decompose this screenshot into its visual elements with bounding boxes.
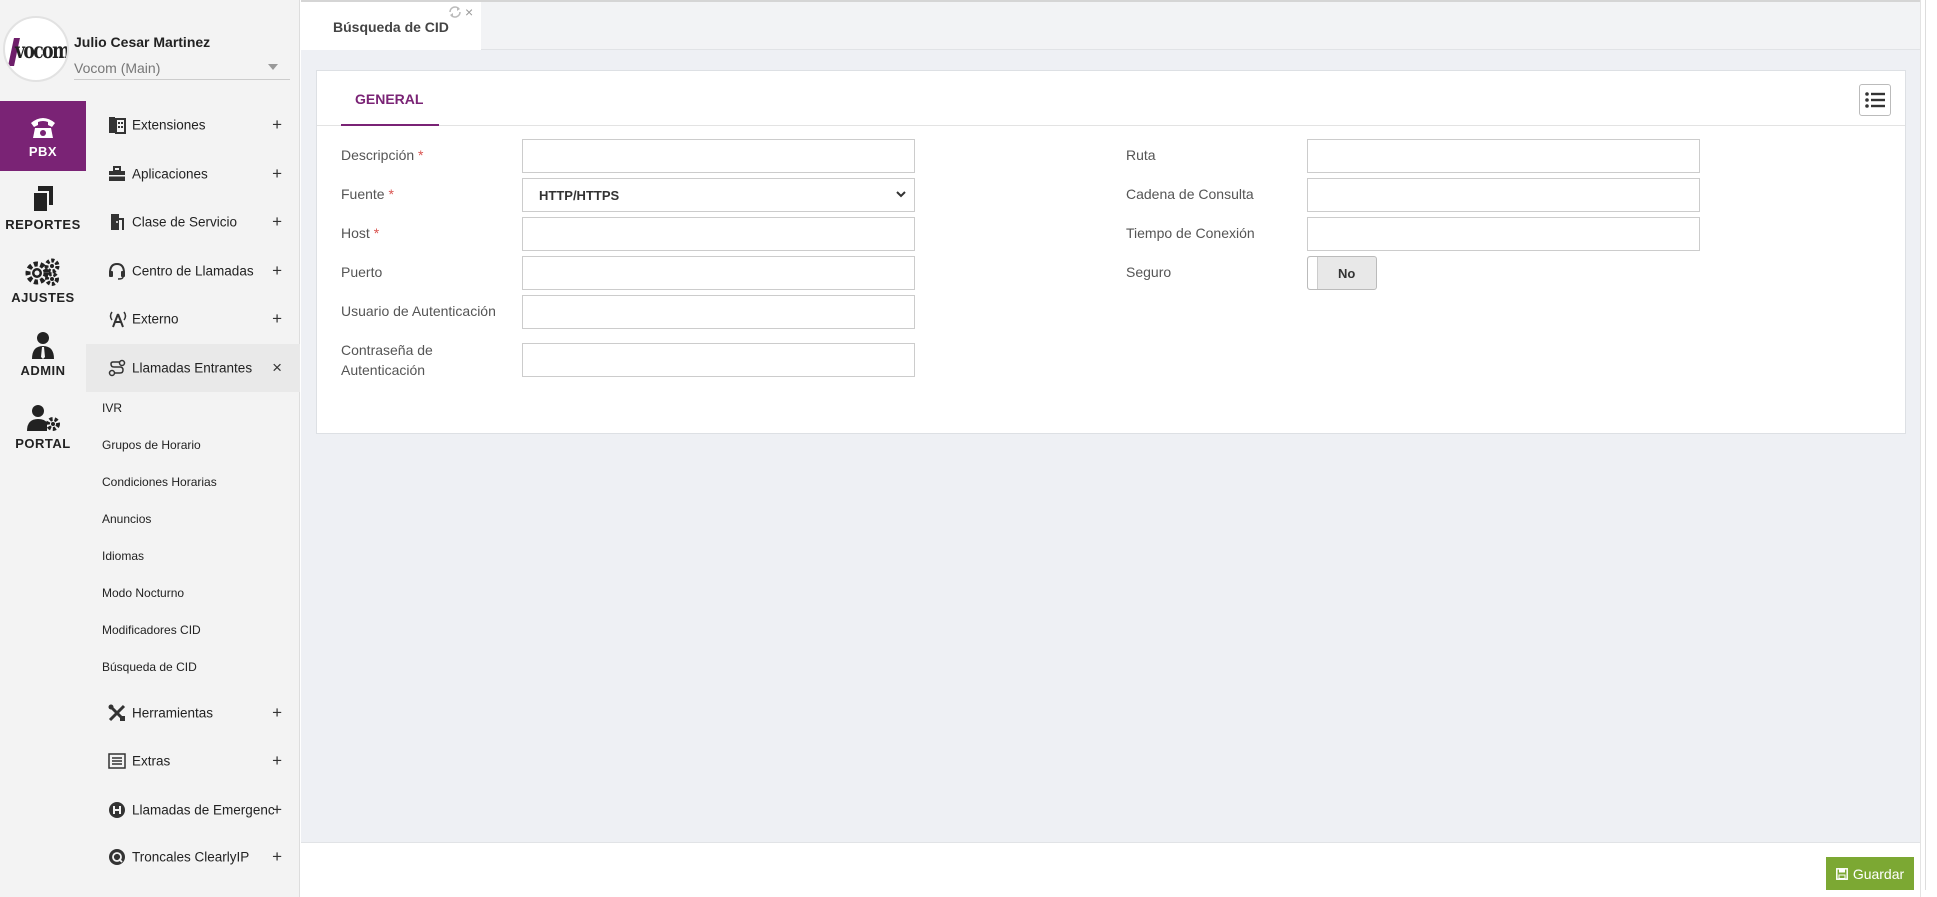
phone-icon [29,114,57,140]
submenu-item-anuncios[interactable]: Anuncios [102,512,151,526]
headset-icon [108,262,126,280]
menu-item-externo[interactable]: Externo + [86,295,300,343]
save-button[interactable]: Guardar [1826,857,1914,890]
cadena-consulta-input[interactable] [1307,178,1700,212]
menu-item-centro-de-llamadas[interactable]: Centro de Llamadas + [86,247,300,295]
list-icon [1865,92,1885,108]
expand-toggle[interactable]: + [272,115,282,135]
menu-item-aplicaciones[interactable]: Aplicaciones + [86,150,300,198]
phone-book-icon [108,116,126,134]
tiempo-conexion-input[interactable] [1307,217,1700,251]
refresh-icon[interactable] [448,6,462,18]
expand-toggle[interactable]: + [272,800,282,820]
host-input[interactable] [522,217,915,251]
expand-toggle[interactable]: + [272,164,282,184]
pbx-submenu: Extensiones + Aplicaciones + Clase de Se… [86,101,300,897]
rail-item-reportes[interactable]: REPORTES [0,173,86,243]
seguro-label: Seguro [1126,264,1172,280]
tiempo-conexion-label: Tiempo de Conexión [1126,225,1255,241]
fuente-selected-value: HTTP/HTTPS [539,188,620,203]
user-tie-icon [30,331,56,359]
list-icon [108,752,126,770]
expand-toggle[interactable]: + [272,847,282,867]
submenu-item-idiomas[interactable]: Idiomas [102,549,144,563]
usuario-autenticacion-label: Usuario de Autenticación [341,303,496,319]
list-view-button[interactable] [1859,84,1891,116]
antenna-icon [108,310,127,328]
ruta-input[interactable] [1307,139,1700,173]
rail-item-admin[interactable]: ADMIN [0,319,86,389]
cadena-consulta-label: Cadena de Consulta [1126,186,1254,202]
tab-general[interactable]: GENERAL [341,71,439,126]
toggle-state: No [1338,266,1356,281]
tab-label: Búsqueda de CID [333,19,449,35]
submenu-item-ivr[interactable]: IVR [102,401,122,415]
chevron-down-icon [896,191,906,198]
usuario-autenticacion-input[interactable] [522,295,915,329]
submenu-item-grupos-de-horario[interactable]: Grupos de Horario [102,438,201,452]
menu-item-herramientas[interactable]: Herramientas + [86,689,300,737]
scrollbar-thumb[interactable] [1925,0,1933,890]
fuente-select[interactable]: HTTP/HTTPS [522,178,915,212]
puerto-label: Puerto [341,264,383,280]
content-area: GENERAL Descripción * Fuente * HTTP/HTTP… [301,50,1920,842]
rail-item-portal[interactable]: PORTAL [0,392,86,462]
door-icon [108,213,126,231]
expand-toggle[interactable]: + [272,261,282,281]
user-gear-icon [26,404,60,432]
documents-icon [31,185,55,213]
user-profile: vocom Julio Cesar Martinez Vocom (Main) [0,0,300,101]
ruta-label: Ruta [1126,147,1156,163]
collapse-toggle[interactable]: × [272,358,282,378]
floppy-disk-icon [1835,867,1848,880]
briefcase-icon [108,165,126,183]
menu-item-llamadas-de-emergencia[interactable]: Llamadas de Emergencia + [86,786,300,834]
tab-strip: Búsqueda de CID × [301,0,1920,50]
seguro-toggle[interactable]: No [1307,256,1377,290]
descripcion-label: Descripción * [341,147,424,163]
contrasena-autenticacion-label: Contraseña de Autenticación [341,342,433,378]
expand-toggle[interactable]: + [272,309,282,329]
company-name: Vocom (Main) [74,60,161,76]
rail-item-pbx[interactable]: PBX [0,101,86,171]
card-tabs: GENERAL [317,71,1905,126]
expand-toggle[interactable]: + [272,751,282,771]
toggle-knob [1308,257,1318,289]
vertical-scrollbar[interactable] [1920,0,1937,897]
route-icon [108,359,126,377]
puerto-input[interactable] [522,256,915,290]
rail-item-ajustes[interactable]: AJUSTES [0,246,86,316]
tab-busqueda-de-cid[interactable]: Búsqueda de CID × [301,2,481,50]
submenu-item-busqueda-de-cid[interactable]: Búsqueda de CID [102,660,197,674]
descripcion-input[interactable] [522,139,915,173]
fuente-label: Fuente * [341,186,394,202]
submenu-item-modificadores-cid[interactable]: Modificadores CID [102,623,201,637]
form-card: GENERAL Descripción * Fuente * HTTP/HTTP… [316,70,1906,434]
company-logo: vocom [3,16,69,82]
submenu-item-condiciones-horarias[interactable]: Condiciones Horarias [102,475,217,489]
expand-toggle[interactable]: + [272,212,282,232]
module-rail: PBX REPORTES AJUSTES ADMIN PORTAL [0,101,86,897]
tools-icon [108,704,126,722]
clearlyip-icon [108,848,126,866]
caret-down-icon [268,64,278,70]
contrasena-autenticacion-input[interactable] [522,343,915,377]
menu-item-troncales-clearlyip[interactable]: Troncales ClearlyIP + [86,833,300,881]
close-icon[interactable]: × [465,4,473,20]
user-name: Julio Cesar Martinez [74,34,211,50]
menu-item-extensiones[interactable]: Extensiones + [86,101,300,149]
expand-toggle[interactable]: + [272,703,282,723]
menu-item-clase-de-servicio[interactable]: Clase de Servicio + [86,198,300,246]
footer-bar: Guardar [301,842,1920,897]
hospital-icon [108,801,126,819]
menu-item-extras[interactable]: Extras + [86,737,300,785]
company-selector[interactable]: Vocom (Main) [74,60,290,80]
submenu-item-modo-nocturno[interactable]: Modo Nocturno [102,586,184,600]
gears-icon [25,258,61,286]
menu-item-llamadas-entrantes[interactable]: Llamadas Entrantes × [86,344,300,392]
host-label: Host * [341,225,380,241]
